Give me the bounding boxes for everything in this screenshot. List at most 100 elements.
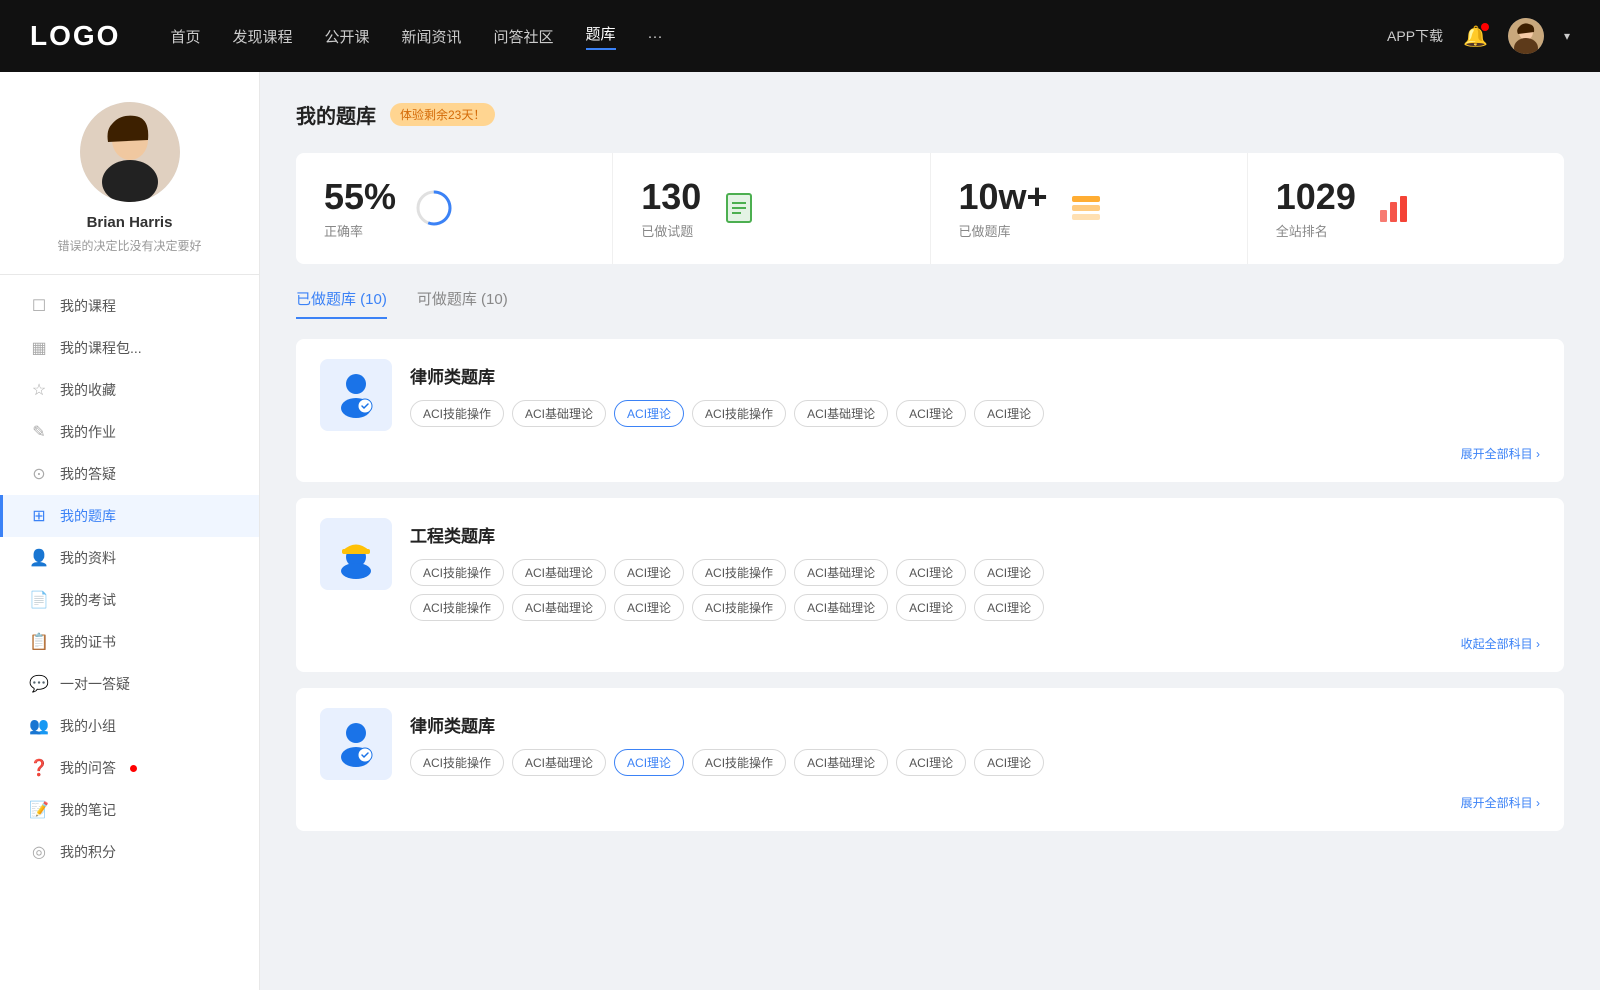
sidebar-item-certificates[interactable]: 📋 我的证书 bbox=[0, 621, 259, 663]
sidebar-item-course-packages[interactable]: ▦ 我的课程包... bbox=[0, 327, 259, 369]
tag[interactable]: ACI基础理论 bbox=[512, 559, 606, 586]
user-dropdown-arrow[interactable]: ▾ bbox=[1564, 29, 1570, 43]
sidebar-item-profile[interactable]: 👤 我的资料 bbox=[0, 537, 259, 579]
sidebar-item-notes[interactable]: 📝 我的笔记 bbox=[0, 789, 259, 831]
nav-news[interactable]: 新闻资讯 bbox=[402, 26, 462, 47]
sidebar-item-points[interactable]: ◎ 我的积分 bbox=[0, 831, 259, 873]
accuracy-value: 55% bbox=[324, 177, 396, 217]
qbank-tags-engineer-row2: ACI技能操作 ACI基础理论 ACI理论 ACI技能操作 ACI基础理论 AC… bbox=[410, 594, 1540, 621]
navbar-right: APP下载 🔔 ▾ bbox=[1387, 18, 1570, 54]
done-questions-label: 已做试题 bbox=[641, 221, 701, 240]
tag[interactable]: ACI理论 bbox=[614, 559, 684, 586]
tab-available-banks[interactable]: 可做题库 (10) bbox=[417, 288, 508, 319]
sidebar-item-my-qa[interactable]: ❓ 我的问答 bbox=[0, 747, 259, 789]
nav-home[interactable]: 首页 bbox=[170, 26, 200, 47]
main-content: 我的题库 体验剩余23天！ 55% 正确率 130 bbox=[260, 72, 1600, 990]
tag[interactable]: ACI理论 bbox=[614, 594, 684, 621]
tag[interactable]: ACI理论 bbox=[896, 594, 966, 621]
tag[interactable]: ACI基础理论 bbox=[794, 400, 888, 427]
app-download-button[interactable]: APP下载 bbox=[1387, 26, 1443, 46]
tag[interactable]: ACI技能操作 bbox=[410, 749, 504, 776]
tag[interactable]: ACI理论 bbox=[974, 559, 1044, 586]
profile-motto: 错误的决定比没有决定要好 bbox=[37, 237, 221, 254]
page-layout: Brian Harris 错误的决定比没有决定要好 ☐ 我的课程 ▦ 我的课程包… bbox=[0, 72, 1600, 990]
sidebar-item-homework[interactable]: ✎ 我的作业 bbox=[0, 411, 259, 453]
collapse-link-engineer[interactable]: 收起全部科目 › bbox=[320, 635, 1540, 652]
sidebar-item-favorites[interactable]: ☆ 我的收藏 bbox=[0, 369, 259, 411]
qbank-title-lawyer-1: 律师类题库 bbox=[410, 359, 1540, 388]
tag[interactable]: ACI基础理论 bbox=[512, 400, 606, 427]
nav-menu: 首页 发现课程 公开课 新闻资讯 问答社区 题库 ··· bbox=[170, 23, 1387, 50]
tag-active[interactable]: ACI理论 bbox=[614, 749, 684, 776]
sidebar-menu: ☐ 我的课程 ▦ 我的课程包... ☆ 我的收藏 ✎ 我的作业 ⊙ 我的答疑 ⊞… bbox=[0, 285, 259, 873]
expand-link-lawyer-2[interactable]: 展开全部科目 › bbox=[320, 794, 1540, 811]
done-banks-label: 已做题库 bbox=[959, 221, 1048, 240]
notification-bell[interactable]: 🔔 bbox=[1463, 24, 1488, 49]
nav-more[interactable]: ··· bbox=[648, 28, 663, 45]
score-icon: ◎ bbox=[30, 843, 48, 861]
tag[interactable]: ACI基础理论 bbox=[794, 749, 888, 776]
tag[interactable]: ACI理论 bbox=[974, 594, 1044, 621]
done-banks-icon bbox=[1064, 186, 1108, 230]
qa-icon: ❓ bbox=[30, 759, 48, 777]
expand-link-lawyer-1[interactable]: 展开全部科目 › bbox=[320, 445, 1540, 462]
qbank-lawyer-icon-1 bbox=[320, 359, 392, 431]
done-questions-value: 130 bbox=[641, 177, 701, 217]
rank-icon bbox=[1372, 186, 1416, 230]
tag-active[interactable]: ACI理论 bbox=[614, 400, 684, 427]
rank-value: 1029 bbox=[1276, 177, 1356, 217]
page-header: 我的题库 体验剩余23天！ bbox=[296, 100, 1564, 129]
accuracy-icon bbox=[412, 186, 456, 230]
tabs-bar: 已做题库 (10) 可做题库 (10) bbox=[296, 288, 1564, 319]
tag[interactable]: ACI基础理论 bbox=[794, 559, 888, 586]
sidebar-item-tutoring[interactable]: 💬 一对一答疑 bbox=[0, 663, 259, 705]
sidebar-item-groups[interactable]: 👥 我的小组 bbox=[0, 705, 259, 747]
qbank-lawyer-icon-2 bbox=[320, 708, 392, 780]
rank-label: 全站排名 bbox=[1276, 221, 1356, 240]
question-icon: ⊙ bbox=[30, 465, 48, 483]
tag[interactable]: ACI技能操作 bbox=[410, 594, 504, 621]
nav-discover[interactable]: 发现课程 bbox=[232, 26, 292, 47]
grid-icon: ⊞ bbox=[30, 507, 48, 525]
profile-name: Brian Harris bbox=[87, 214, 173, 231]
tag[interactable]: ACI技能操作 bbox=[692, 594, 786, 621]
nav-open-course[interactable]: 公开课 bbox=[324, 26, 369, 47]
qbank-engineer-icon bbox=[320, 518, 392, 590]
tab-done-banks[interactable]: 已做题库 (10) bbox=[296, 288, 387, 319]
tag[interactable]: ACI技能操作 bbox=[410, 559, 504, 586]
tag[interactable]: ACI技能操作 bbox=[692, 749, 786, 776]
tag[interactable]: ACI理论 bbox=[896, 400, 966, 427]
qbank-tags-lawyer-1: ACI技能操作 ACI基础理论 ACI理论 ACI技能操作 ACI基础理论 AC… bbox=[410, 400, 1540, 427]
tag[interactable]: ACI技能操作 bbox=[692, 400, 786, 427]
sidebar-item-question-bank[interactable]: ⊞ 我的题库 bbox=[0, 495, 259, 537]
tag[interactable]: ACI理论 bbox=[974, 749, 1044, 776]
sidebar-item-exams[interactable]: 📄 我的考试 bbox=[0, 579, 259, 621]
qbank-tags-engineer-row1: ACI技能操作 ACI基础理论 ACI理论 ACI技能操作 ACI基础理论 AC… bbox=[410, 559, 1540, 586]
tag[interactable]: ACI技能操作 bbox=[410, 400, 504, 427]
trial-badge: 体验剩余23天！ bbox=[390, 103, 495, 126]
nav-qa[interactable]: 问答社区 bbox=[494, 26, 554, 47]
tag[interactable]: ACI基础理论 bbox=[512, 749, 606, 776]
tag[interactable]: ACI理论 bbox=[896, 749, 966, 776]
qbank-card-engineer: 工程类题库 ACI技能操作 ACI基础理论 ACI理论 ACI技能操作 ACI基… bbox=[296, 498, 1564, 672]
nav-question-bank[interactable]: 题库 bbox=[586, 23, 616, 50]
done-banks-value: 10w+ bbox=[959, 177, 1048, 217]
done-questions-icon bbox=[717, 186, 761, 230]
tag[interactable]: ACI基础理论 bbox=[794, 594, 888, 621]
notification-dot bbox=[1481, 23, 1489, 31]
avatar[interactable] bbox=[1508, 18, 1544, 54]
qbank-title-lawyer-2: 律师类题库 bbox=[410, 708, 1540, 737]
tag[interactable]: ACI理论 bbox=[974, 400, 1044, 427]
sidebar-item-qa[interactable]: ⊙ 我的答疑 bbox=[0, 453, 259, 495]
profile-avatar bbox=[80, 102, 180, 202]
profile-section: Brian Harris 错误的决定比没有决定要好 bbox=[0, 102, 259, 275]
stat-done-questions: 130 已做试题 bbox=[613, 153, 930, 264]
stat-accuracy: 55% 正确率 bbox=[296, 153, 613, 264]
stats-row: 55% 正确率 130 已做试题 bbox=[296, 153, 1564, 264]
tag[interactable]: ACI技能操作 bbox=[692, 559, 786, 586]
file-icon: ☐ bbox=[30, 297, 48, 315]
tag[interactable]: ACI理论 bbox=[896, 559, 966, 586]
tag[interactable]: ACI基础理论 bbox=[512, 594, 606, 621]
sidebar-item-my-courses[interactable]: ☐ 我的课程 bbox=[0, 285, 259, 327]
note-icon: 📝 bbox=[30, 801, 48, 819]
